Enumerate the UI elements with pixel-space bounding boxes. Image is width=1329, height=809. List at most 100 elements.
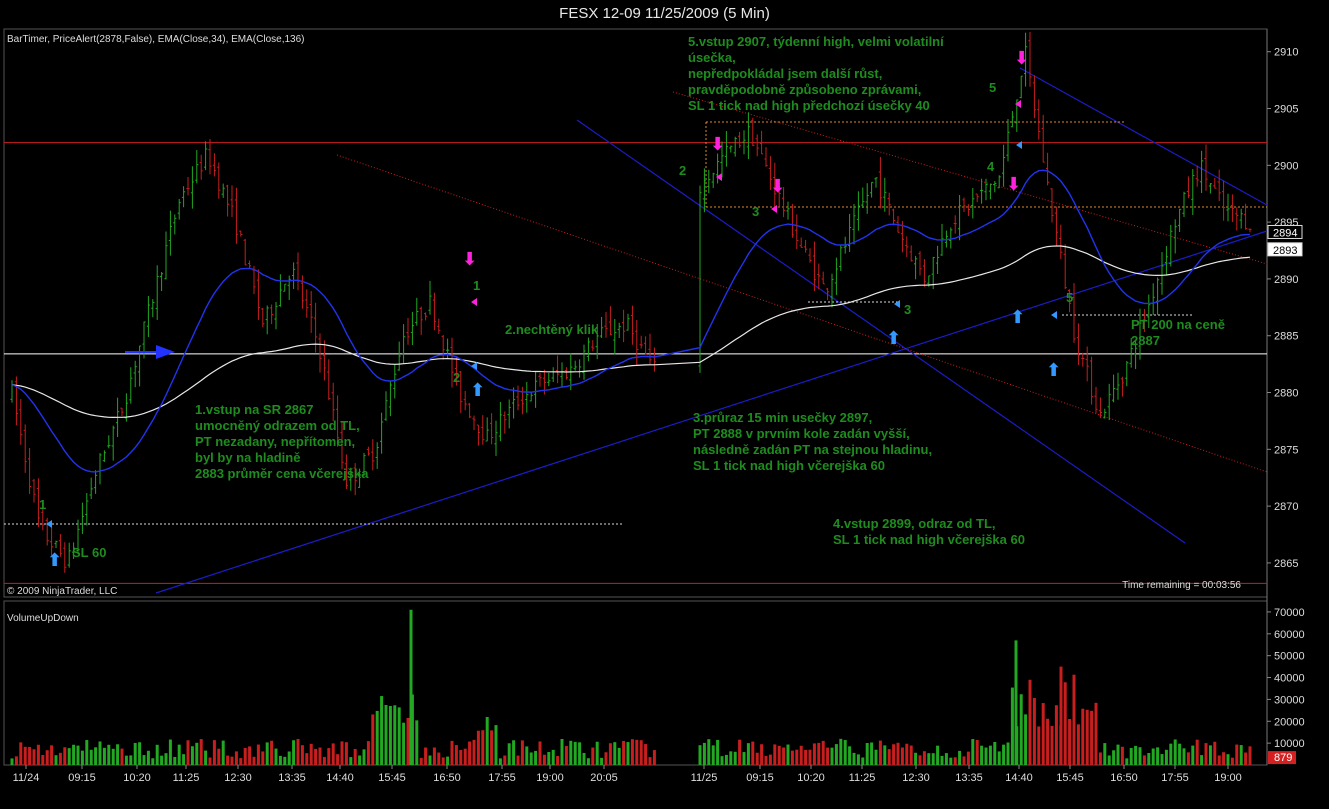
x-tick-label: 16:50: [433, 772, 461, 784]
volume-bar: [547, 752, 551, 765]
volume-bar: [19, 742, 23, 765]
price-bar: [173, 214, 177, 235]
volume-bar: [287, 751, 291, 765]
price-bar: [234, 187, 238, 244]
annotation-text: 5.vstup 2907, týdenní high, velmi volati…: [688, 34, 944, 49]
volume-bar: [909, 745, 913, 765]
price-bar: [922, 259, 926, 287]
price-bar: [1059, 224, 1063, 260]
price-bar: [525, 382, 529, 413]
volume-bar: [160, 755, 164, 765]
short-arrow-icon: ⬇: [710, 134, 725, 155]
price-bar: [322, 340, 326, 381]
price-bar: [953, 215, 957, 234]
volume-bar: [1107, 755, 1111, 765]
annotation-text: 2887: [1131, 333, 1160, 348]
annotation-text: SL 1 tick nad high včerejška 60: [693, 458, 885, 473]
price-bar: [1076, 323, 1080, 365]
volume-bar: [415, 720, 419, 765]
volume-bar: [340, 741, 344, 765]
volume-bar: [927, 753, 931, 765]
trade-marker-label: 5: [1066, 290, 1073, 305]
price-bar: [560, 362, 564, 387]
price-bar: [905, 236, 909, 257]
volume-bar: [755, 752, 759, 765]
volume-bar: [1010, 687, 1014, 765]
price-bar: [1156, 277, 1160, 315]
volume-bar: [1103, 743, 1107, 765]
volume-bar: [560, 738, 564, 765]
price-bar: [1112, 374, 1116, 403]
volume-bar: [944, 753, 948, 765]
x-tick-label: 19:00: [536, 772, 564, 784]
volume-bar: [248, 746, 252, 765]
volume-bar: [419, 757, 423, 765]
volume-bar: [1129, 747, 1133, 765]
volume-bar: [746, 743, 750, 765]
price-bar: [476, 424, 480, 446]
volume-bar: [874, 749, 878, 765]
price-bar: [28, 448, 32, 494]
y-tick-label: 2865: [1274, 558, 1298, 570]
volume-bar: [1160, 754, 1164, 765]
price-bar: [630, 305, 634, 345]
price-bar: [1226, 193, 1230, 222]
volume-bar: [799, 745, 803, 765]
price-bar: [1178, 208, 1182, 233]
volume-bar: [1006, 742, 1010, 765]
volume-bar: [358, 755, 362, 765]
volume-bar: [652, 750, 656, 765]
price-bar: [94, 470, 98, 494]
volume-bar: [63, 747, 67, 765]
volume-bar: [186, 740, 190, 765]
y-tick-label: 2905: [1274, 104, 1298, 116]
price-bar: [283, 283, 287, 292]
price-panel-frame: [3, 28, 1268, 598]
volume-bar: [226, 755, 230, 765]
volume-bar: [472, 739, 476, 765]
volume-bar: [441, 757, 445, 765]
volume-bar: [711, 745, 715, 765]
volume-panel-label: VolumeUpDown: [7, 613, 79, 624]
volume-bar: [698, 745, 702, 765]
price-bar: [239, 230, 243, 237]
price-bar: [817, 263, 821, 290]
price-bar: [1191, 169, 1195, 215]
price-bar: [997, 175, 1001, 189]
volume-bar: [613, 742, 617, 765]
last-price-label: 2894: [1273, 227, 1297, 239]
price-bar: [287, 275, 291, 301]
x-tick-label: 11/25: [691, 772, 718, 784]
volume-bar: [830, 747, 834, 765]
price-bar: [639, 335, 643, 349]
price-bar: [10, 380, 14, 403]
price-bar: [821, 271, 825, 285]
volume-bar: [336, 754, 340, 765]
volume-bar: [32, 749, 36, 765]
price-bar: [485, 417, 489, 442]
volume-bar: [1134, 745, 1138, 765]
price-bar: [918, 251, 922, 276]
volume-bar: [494, 725, 498, 765]
volume-bar: [834, 744, 838, 765]
x-tick-label: 13:35: [278, 772, 306, 784]
price-bar: [424, 312, 428, 321]
y-tick-label: 2885: [1274, 331, 1298, 343]
price-bar: [988, 183, 992, 200]
long-arrow-icon: ⬆: [47, 550, 62, 571]
price-bar: [507, 399, 511, 429]
volume-bar: [1186, 752, 1190, 765]
price-bar: [746, 112, 750, 160]
price-bar: [516, 385, 520, 411]
price-bar: [856, 191, 860, 231]
price-bar: [415, 297, 419, 326]
volume-bar: [384, 705, 388, 765]
price-bar: [278, 274, 282, 307]
volume-bar: [1226, 754, 1230, 765]
price-bar: [292, 262, 296, 290]
volume-bar: [243, 748, 247, 765]
annotation-text: PT nezadany, nepřítomen,: [195, 434, 355, 449]
price-bar: [534, 371, 538, 408]
long-arrow-icon: ⬆: [1010, 307, 1025, 328]
volume-bar: [777, 745, 781, 765]
